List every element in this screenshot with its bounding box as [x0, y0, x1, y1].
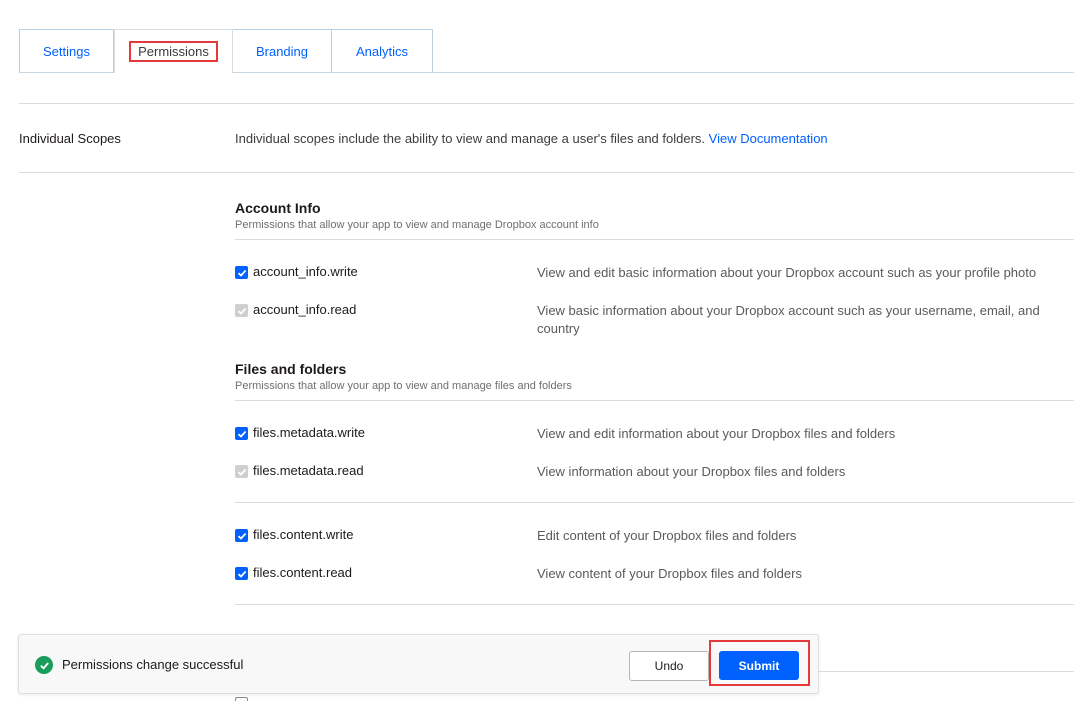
- permission-description: View and edit information about your Dro…: [537, 426, 896, 441]
- checkbox-files-metadata-read: [235, 465, 248, 478]
- checkbox-files-content-read[interactable]: [235, 567, 248, 580]
- scopes-description-text: Individual scopes include the ability to…: [235, 131, 706, 146]
- toast-message: Permissions change successful: [62, 657, 244, 672]
- permission-name: files.content.write: [253, 527, 354, 542]
- submit-button[interactable]: Submit: [719, 651, 799, 680]
- tab-settings-label: Settings: [43, 43, 90, 59]
- section-title-account-info: Account Info: [235, 200, 321, 216]
- tab-permissions-label: Permissions: [129, 41, 218, 62]
- tab-settings[interactable]: Settings: [19, 29, 114, 72]
- permission-description: View information about your Dropbox file…: [537, 464, 846, 479]
- group-divider: [235, 604, 1074, 605]
- check-icon: [237, 532, 246, 540]
- permission-name: files.metadata.write: [253, 425, 365, 440]
- permission-description: View content of your Dropbox files and f…: [537, 566, 802, 581]
- checkbox-partial[interactable]: [235, 697, 248, 701]
- check-icon: [237, 307, 246, 315]
- individual-scopes-description: Individual scopes include the ability to…: [235, 131, 828, 146]
- save-toast-bar: Permissions change successful Undo Submi…: [18, 634, 819, 694]
- tab-branding-label: Branding: [255, 43, 309, 59]
- tab-analytics[interactable]: Analytics: [331, 29, 433, 72]
- permission-name: files.content.read: [253, 565, 353, 580]
- checkbox-account-info-write[interactable]: [235, 266, 248, 279]
- section-subtitle-files-and-folders: Permissions that allow your app to view …: [235, 380, 572, 392]
- section-subtitle-account-info: Permissions that allow your app to view …: [235, 219, 599, 231]
- checkbox-files-metadata-write[interactable]: [235, 427, 248, 440]
- check-icon: [237, 430, 246, 438]
- permission-name: account_info.write: [253, 264, 358, 279]
- submit-highlight: Submit: [709, 640, 810, 686]
- permission-description: Edit content of your Dropbox files and f…: [537, 528, 797, 543]
- section-divider: [235, 239, 1074, 240]
- tab-bar: Settings Permissions Branding Analytics: [19, 29, 1074, 73]
- app-permissions-page: Settings Permissions Branding Analytics …: [0, 0, 1074, 701]
- divider: [19, 172, 1074, 173]
- permission-name: files.metadata.read: [253, 463, 364, 478]
- permission-description: View and edit basic information about yo…: [537, 265, 1037, 280]
- tab-analytics-label: Analytics: [355, 43, 409, 59]
- view-documentation-link[interactable]: View Documentation: [709, 131, 828, 146]
- tab-permissions[interactable]: Permissions: [114, 29, 233, 73]
- success-check-icon: [35, 656, 53, 674]
- check-icon: [237, 570, 246, 578]
- check-icon: [237, 468, 246, 476]
- individual-scopes-label: Individual Scopes: [19, 131, 121, 146]
- section-divider: [235, 400, 1074, 401]
- section-title-files-and-folders: Files and folders: [235, 361, 347, 377]
- undo-button[interactable]: Undo: [629, 651, 709, 681]
- permission-name: account_info.read: [253, 302, 357, 317]
- permission-description: View basic information about your Dropbo…: [537, 303, 1040, 336]
- checkbox-account-info-read: [235, 304, 248, 317]
- check-icon: [237, 269, 246, 277]
- divider: [19, 103, 1074, 104]
- tab-branding[interactable]: Branding: [232, 29, 332, 72]
- group-divider: [235, 502, 1074, 503]
- checkbox-files-content-write[interactable]: [235, 529, 248, 542]
